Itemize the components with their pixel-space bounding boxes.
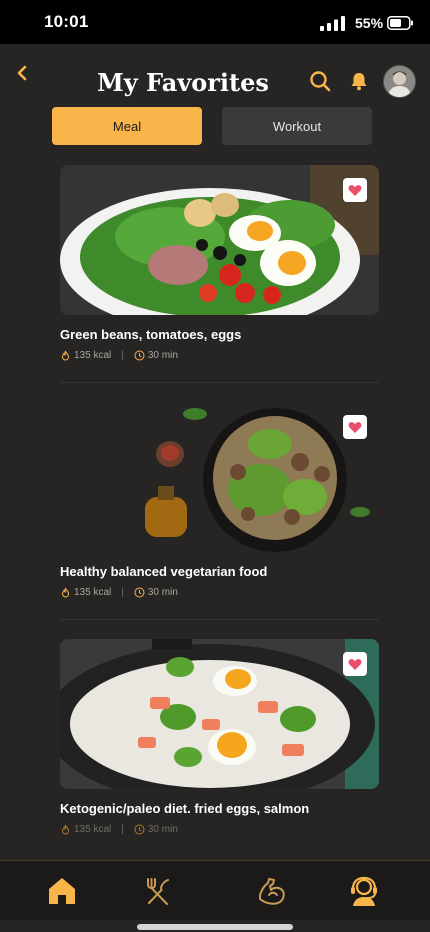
favorite-heart-button[interactable]	[343, 652, 367, 676]
bell-icon[interactable]	[349, 71, 369, 91]
meta-separator: |	[121, 587, 124, 598]
clock-icon	[134, 824, 145, 835]
heart-icon	[348, 421, 362, 433]
clock-icon	[134, 587, 145, 598]
tab-workout[interactable]: Workout	[222, 107, 372, 145]
battery-percentage: 55%	[355, 15, 384, 31]
support-agent-icon[interactable]	[348, 875, 380, 907]
divider	[60, 382, 379, 383]
favorite-heart-button[interactable]	[343, 415, 367, 439]
meal-meta: 135 kcal | 30 min	[60, 824, 379, 835]
meal-card[interactable]: Ketogenic/paleo diet. fried eggs, salmon…	[60, 639, 379, 835]
meal-name: Green beans, tomatoes, eggs	[60, 327, 242, 342]
heart-icon	[348, 658, 362, 670]
avatar-photo	[384, 66, 415, 97]
status-bar: 10:01 55%	[0, 0, 430, 44]
meta-separator: |	[121, 350, 124, 361]
home-icon[interactable]	[46, 875, 78, 907]
meal-image-salad	[60, 165, 379, 315]
meal-calories: 135 kcal	[74, 824, 112, 835]
search-icon[interactable]	[309, 70, 331, 92]
flame-icon	[61, 824, 70, 835]
meal-name: Healthy balanced vegetarian food	[60, 564, 268, 579]
meal-meta: 135 kcal | 30 min	[60, 587, 379, 598]
muscle-arm-icon[interactable]	[256, 875, 288, 907]
tab-meal[interactable]: Meal	[52, 107, 202, 145]
flame-icon	[61, 587, 70, 598]
meal-duration: 30 min	[147, 587, 178, 598]
clock-icon	[134, 350, 145, 361]
meal-calories: 135 kcal	[74, 587, 112, 598]
favorite-heart-button[interactable]	[343, 178, 367, 202]
bottom-nav	[0, 860, 430, 921]
meal-calories: 135 kcal	[74, 350, 112, 361]
meal-card[interactable]: Healthy balanced vegetarian food 135 kca…	[60, 402, 379, 598]
heart-icon	[348, 184, 362, 196]
meal-duration: 30 min	[147, 824, 178, 835]
meta-separator: |	[121, 824, 124, 835]
signal-icon	[320, 16, 345, 31]
utensils-icon[interactable]	[142, 875, 174, 907]
status-time: 10:01	[44, 12, 89, 31]
divider	[60, 619, 379, 620]
meal-meta: 135 kcal | 30 min	[60, 350, 379, 361]
meal-image-vegetarian	[60, 402, 379, 552]
meal-name: Ketogenic/paleo diet. fried eggs, salmon	[60, 801, 310, 816]
meal-duration: 30 min	[147, 350, 178, 361]
flame-icon	[61, 350, 70, 361]
avatar[interactable]	[383, 65, 416, 98]
meal-card[interactable]: Green beans, tomatoes, eggs 135 kcal | 3…	[60, 165, 379, 361]
battery-icon	[387, 16, 413, 30]
meal-image-eggs-salmon	[60, 639, 379, 789]
home-indicator[interactable]	[137, 924, 293, 930]
